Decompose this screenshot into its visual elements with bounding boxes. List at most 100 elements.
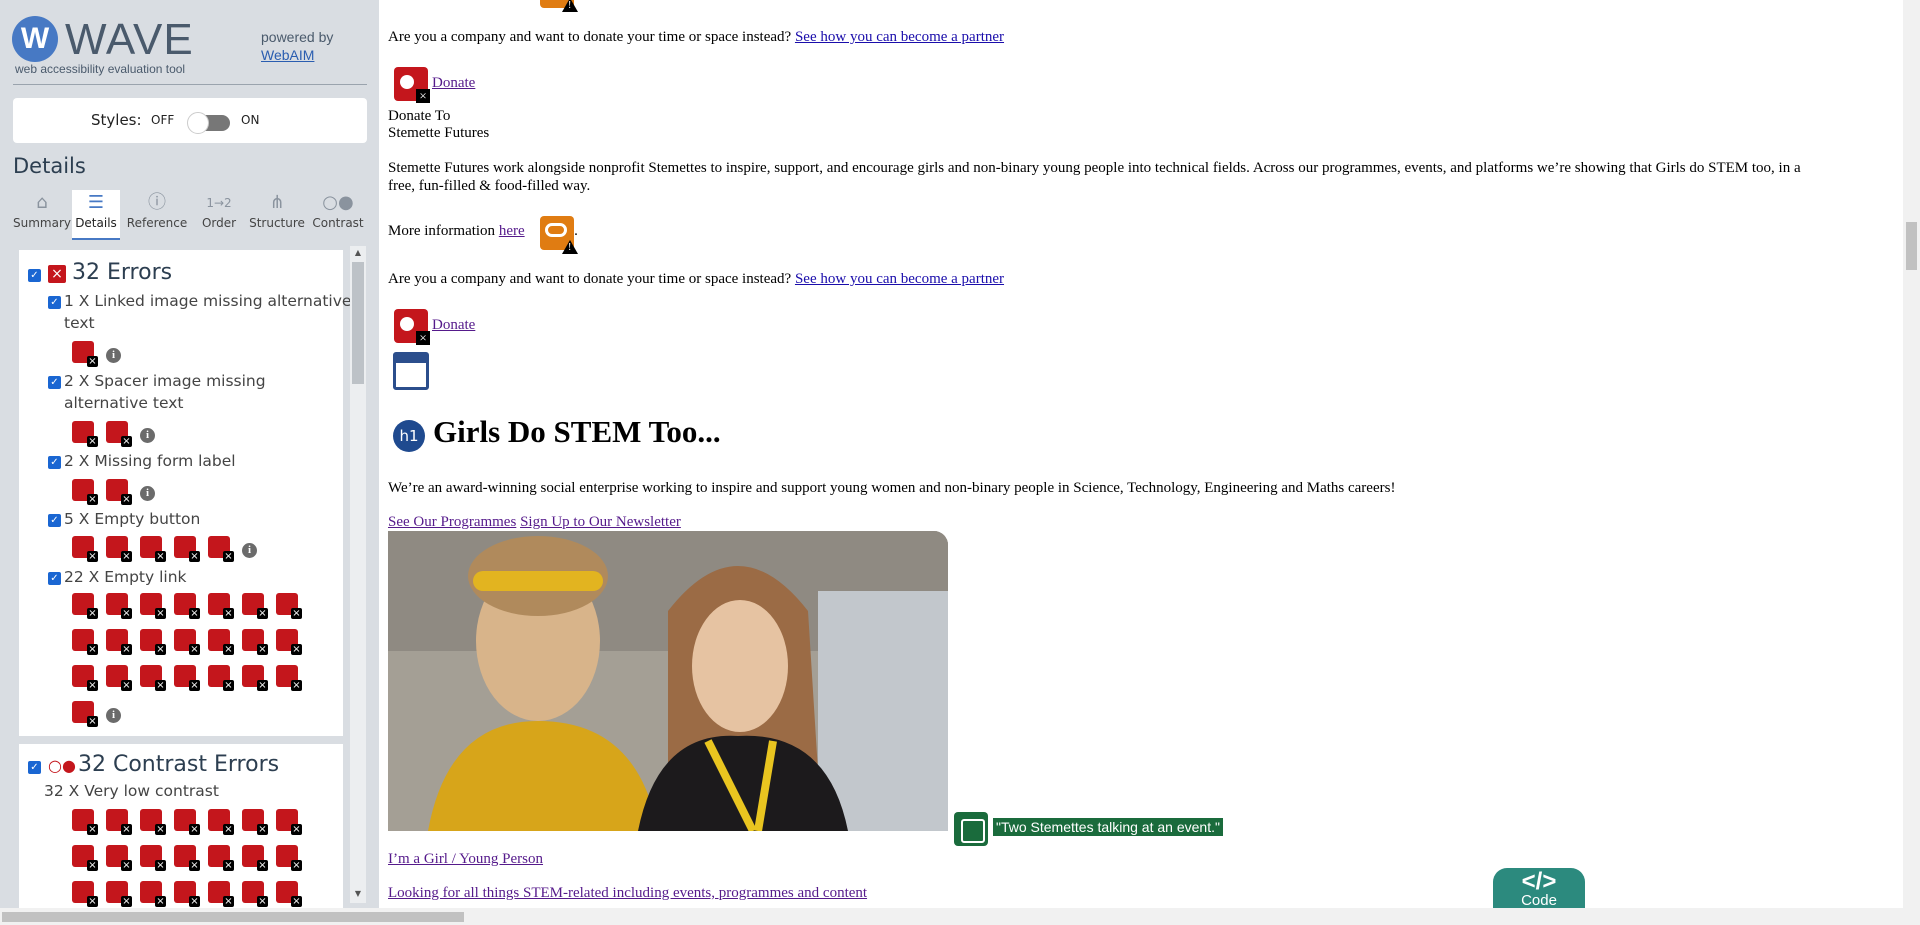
empty-button-error-icon[interactable] <box>140 536 166 562</box>
see-our-programmes-link[interactable]: See Our Programmes <box>388 514 516 530</box>
empty-button-error-icon[interactable] <box>208 536 234 562</box>
contrast-error-icon[interactable] <box>106 881 132 907</box>
contrast-error-icon[interactable] <box>174 845 200 871</box>
contrast-error-icon[interactable] <box>140 809 166 835</box>
contrast-error-icon[interactable] <box>72 881 98 907</box>
tab-summary[interactable]: ⌂ Summary <box>13 190 71 240</box>
item-checkbox-empty-button[interactable]: ✓ <box>48 514 61 527</box>
info-icon[interactable]: i <box>140 486 155 501</box>
contrast-error-icon[interactable] <box>208 845 234 871</box>
code-button[interactable]: </> Code <box>1493 868 1585 908</box>
linked-image-error-icon[interactable] <box>72 341 98 367</box>
item-empty-button-label: 5 X Empty button <box>64 510 201 528</box>
contrast-error-icon[interactable] <box>242 881 268 907</box>
styles-toggle-knob[interactable] <box>187 112 209 134</box>
item-checkbox-empty-link[interactable]: ✓ <box>48 572 61 585</box>
form-label-error-icon[interactable] <box>106 479 132 505</box>
empty-link-error-icon[interactable] <box>72 665 98 691</box>
empty-link-error-icon[interactable] <box>72 701 98 727</box>
item-checkbox-spacer[interactable]: ✓ <box>48 376 61 389</box>
empty-link-error-icon[interactable] <box>106 665 132 691</box>
contrast-error-icon[interactable] <box>208 881 234 907</box>
alert-icon[interactable] <box>540 0 578 12</box>
contrast-error-icon[interactable] <box>276 881 302 907</box>
webaim-link[interactable]: WebAIM <box>261 46 333 64</box>
empty-link-error-icon[interactable] <box>72 629 98 655</box>
empty-button-error-icon[interactable] <box>394 309 430 345</box>
page-vertical-scrollbar-thumb[interactable] <box>1906 222 1917 270</box>
contrast-error-icon[interactable] <box>106 845 132 871</box>
empty-link-error-icon[interactable] <box>140 629 166 655</box>
here-link[interactable]: here <box>499 223 525 239</box>
contrast-error-icon[interactable] <box>174 881 200 907</box>
donate-link-2[interactable]: Donate <box>432 316 475 335</box>
contrast-error-icon[interactable] <box>208 809 234 835</box>
empty-button-error-icon[interactable] <box>174 536 200 562</box>
donate-link-1[interactable]: Donate <box>432 74 475 93</box>
empty-link-error-icon[interactable] <box>276 665 302 691</box>
form-label-error-icon[interactable] <box>72 479 98 505</box>
alternative-text-icon[interactable] <box>954 812 988 846</box>
h1-badge-icon[interactable]: h1 <box>393 420 425 452</box>
info-icon[interactable]: i <box>106 348 121 363</box>
stem-content-link[interactable]: Looking for all things STEM-related incl… <box>388 884 867 903</box>
errors-checkbox[interactable]: ✓ <box>28 269 41 282</box>
partner-link-2[interactable]: See how you can become a partner <box>795 271 1004 287</box>
empty-link-error-icon[interactable] <box>242 629 268 655</box>
spacer-error-icon[interactable] <box>72 421 98 447</box>
contrast-error-icon[interactable] <box>174 809 200 835</box>
empty-button-error-icon[interactable] <box>72 536 98 562</box>
item-checkbox-form-label[interactable]: ✓ <box>48 456 61 469</box>
page-vertical-scrollbar[interactable] <box>1903 0 1920 908</box>
info-icon[interactable]: i <box>106 708 121 723</box>
empty-link-error-icon[interactable] <box>72 593 98 619</box>
page-horizontal-scrollbar-thumb[interactable] <box>2 912 464 922</box>
tab-structure[interactable]: ⋔ Structure <box>245 190 309 240</box>
empty-button-error-icon[interactable] <box>106 536 132 562</box>
contrast-error-icon[interactable] <box>140 881 166 907</box>
item-empty-link: 22 X Empty link <box>64 566 354 588</box>
spacer-error-icon[interactable] <box>106 421 132 447</box>
partner-link-1[interactable]: See how you can become a partner <box>795 29 1004 45</box>
tab-order[interactable]: 1→2 Order <box>193 190 245 240</box>
empty-link-error-icon[interactable] <box>140 593 166 619</box>
scroll-up-arrow-icon[interactable]: ▲ <box>353 248 363 258</box>
empty-link-error-icon[interactable] <box>276 629 302 655</box>
empty-button-error-icon[interactable] <box>394 67 430 103</box>
contrast-checkbox[interactable]: ✓ <box>28 761 41 774</box>
tab-reference[interactable]: ⓘ Reference <box>121 190 193 240</box>
empty-link-error-icon[interactable] <box>106 593 132 619</box>
contrast-error-icon[interactable] <box>276 809 302 835</box>
empty-link-error-icon[interactable] <box>174 629 200 655</box>
suspicious-link-alert-icon[interactable] <box>540 216 578 254</box>
tab-contrast[interactable]: ○● Contrast <box>309 190 367 240</box>
empty-link-error-icon[interactable] <box>208 593 234 619</box>
empty-link-error-icon[interactable] <box>106 629 132 655</box>
empty-link-error-icon[interactable] <box>174 593 200 619</box>
empty-link-error-icon[interactable] <box>140 665 166 691</box>
contrast-error-icon[interactable] <box>242 845 268 871</box>
structure-icon[interactable] <box>393 352 429 390</box>
contrast-error-icon[interactable] <box>72 845 98 871</box>
empty-link-error-icon[interactable] <box>276 593 302 619</box>
empty-link-error-icon[interactable] <box>242 593 268 619</box>
empty-link-error-icon[interactable] <box>208 629 234 655</box>
link-icon <box>545 223 567 237</box>
sidebar-scrollbar-thumb[interactable] <box>352 262 364 384</box>
contrast-error-icon[interactable] <box>106 809 132 835</box>
empty-link-error-icon[interactable] <box>174 665 200 691</box>
info-icon[interactable]: i <box>140 428 155 443</box>
girl-young-person-link[interactable]: I’m a Girl / Young Person <box>388 850 543 869</box>
info-icon[interactable]: i <box>242 543 257 558</box>
newsletter-link[interactable]: Sign Up to Our Newsletter <box>520 514 681 530</box>
empty-link-error-icon[interactable] <box>208 665 234 691</box>
contrast-error-icon[interactable] <box>242 809 268 835</box>
empty-link-error-icon[interactable] <box>242 665 268 691</box>
tab-details[interactable]: ☰ Details <box>72 190 120 240</box>
contrast-error-icon[interactable] <box>72 809 98 835</box>
contrast-error-icon[interactable] <box>276 845 302 871</box>
home-icon: ⌂ <box>36 192 48 213</box>
scroll-down-arrow-icon[interactable]: ▼ <box>353 889 363 899</box>
item-checkbox-linked-image[interactable]: ✓ <box>48 296 61 309</box>
contrast-error-icon[interactable] <box>140 845 166 871</box>
